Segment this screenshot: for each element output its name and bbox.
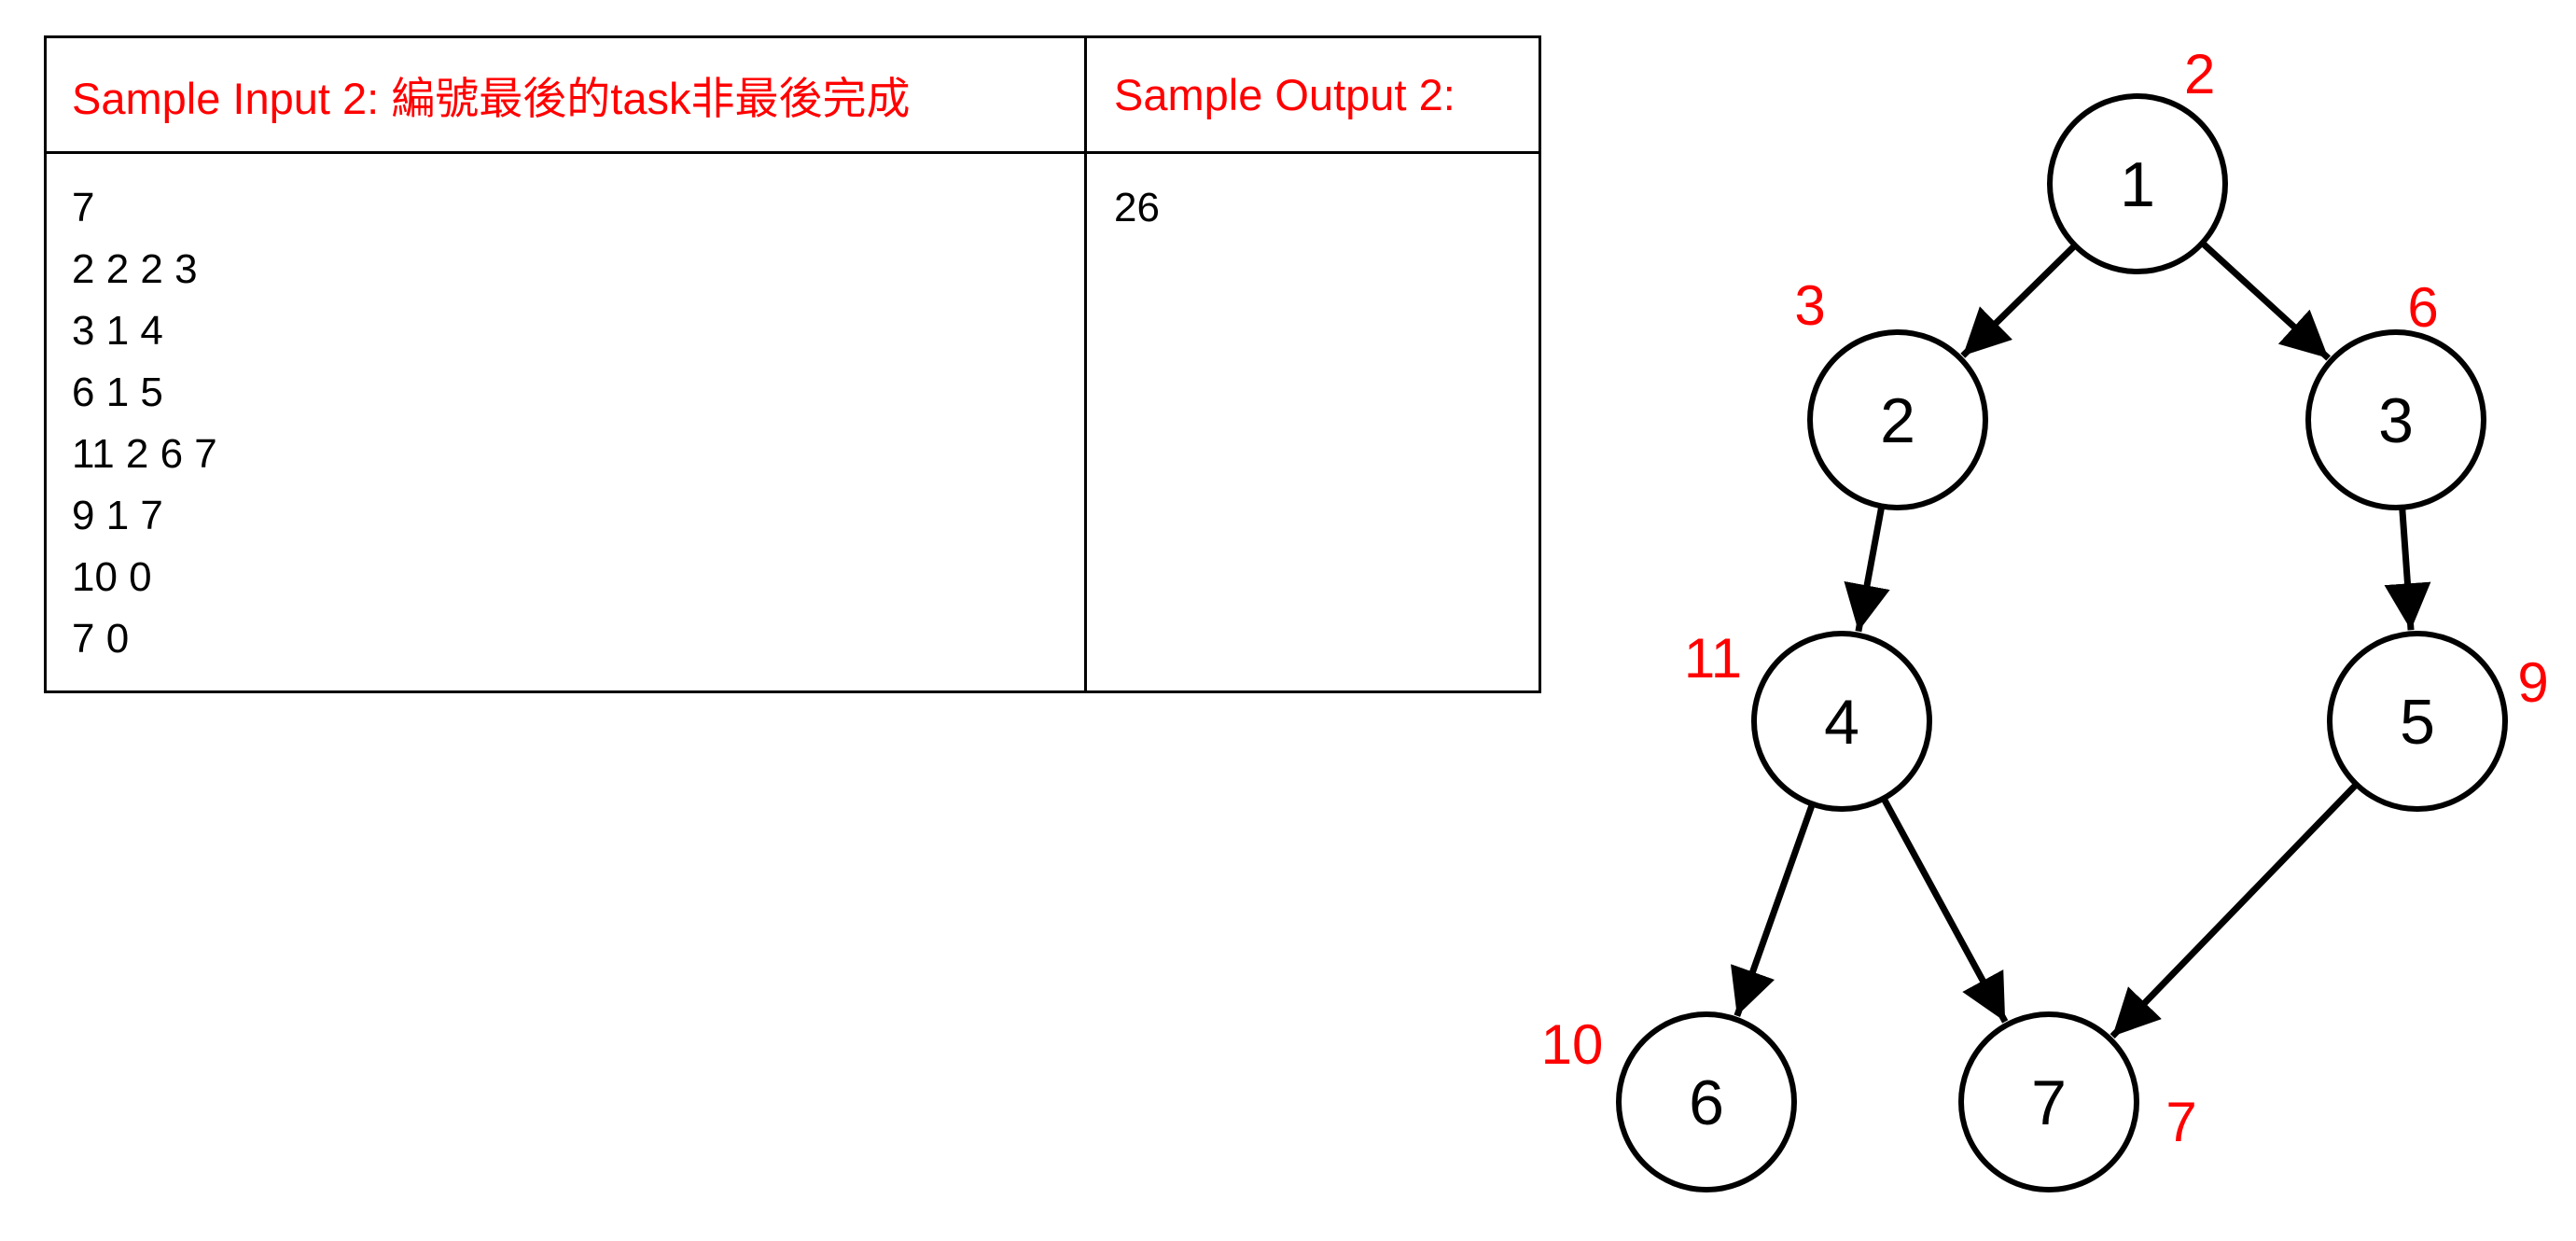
- graph-node-6: 6: [1616, 1011, 1797, 1192]
- graph-node-4: 4: [1751, 631, 1932, 812]
- weights-layer: 23 611 9107: [1541, 43, 2549, 1153]
- graph-node-1: 1: [2047, 93, 2228, 274]
- edge-3-to-5: [2384, 507, 2431, 631]
- node-label: 5: [2400, 687, 2435, 758]
- node-label: 3: [2378, 385, 2414, 456]
- node-6-weight-label: 10: [1541, 1013, 1604, 1076]
- node-5-weight-label: 9: [2517, 651, 2548, 714]
- graph-node-5: 5: [2327, 631, 2508, 812]
- edge-4-to-6: [1731, 802, 1816, 1017]
- graph-node-7: 7: [1958, 1011, 2139, 1192]
- edge-1-to-3: [2200, 240, 2332, 361]
- node-label: 4: [1824, 687, 1859, 758]
- edge-1-to-2: [1960, 243, 2078, 358]
- node-2-weight-label: 3: [1794, 274, 1825, 337]
- node-label: 1: [2120, 149, 2155, 220]
- graph-node-2: 2: [1807, 329, 1988, 510]
- node-7-weight-label: 7: [2165, 1091, 2196, 1153]
- node-label: 2: [1880, 385, 1915, 456]
- node-1-weight-label: 2: [2184, 43, 2215, 105]
- node-3-weight-label: 6: [2407, 276, 2438, 339]
- edge-5-to-7: [2110, 782, 2360, 1039]
- edge-2-to-4: [1844, 505, 1890, 633]
- edge-4-to-7: [1880, 796, 2009, 1024]
- task-dependency-graph: 12 34 56 7 23 611 9107: [1541, 43, 2549, 1192]
- node-label: 7: [2031, 1067, 2067, 1138]
- sample-io-diagram: Sample Input 2: 編號最後的task非最後完成 Sample Ou…: [0, 0, 2576, 1241]
- node-4-weight-label: 11: [1684, 627, 1742, 690]
- node-label: 6: [1689, 1067, 1724, 1138]
- graph-node-3: 3: [2305, 329, 2486, 510]
